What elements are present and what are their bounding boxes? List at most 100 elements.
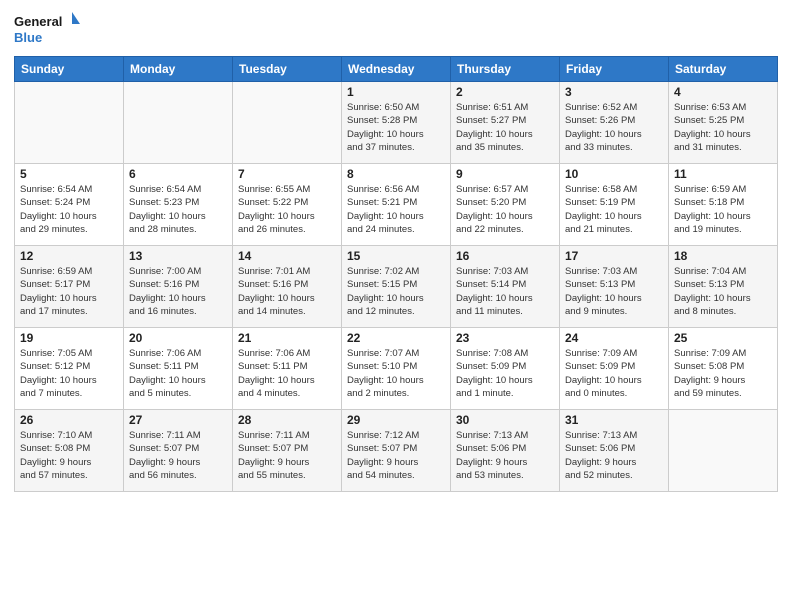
day-number: 25	[674, 331, 772, 345]
day-info: Sunrise: 7:13 AM Sunset: 5:06 PM Dayligh…	[565, 429, 663, 482]
calendar-cell: 26Sunrise: 7:10 AM Sunset: 5:08 PM Dayli…	[15, 410, 124, 492]
day-info: Sunrise: 7:03 AM Sunset: 5:14 PM Dayligh…	[456, 265, 554, 318]
day-number: 16	[456, 249, 554, 263]
day-info: Sunrise: 7:05 AM Sunset: 5:12 PM Dayligh…	[20, 347, 118, 400]
day-info: Sunrise: 6:59 AM Sunset: 5:18 PM Dayligh…	[674, 183, 772, 236]
day-number: 27	[129, 413, 227, 427]
day-info: Sunrise: 6:59 AM Sunset: 5:17 PM Dayligh…	[20, 265, 118, 318]
calendar-cell: 5 Sunrise: 6:54 AM Sunset: 5:24 PM Daylig…	[15, 164, 124, 246]
day-info: Sunrise: 7:00 AM Sunset: 5:16 PM Dayligh…	[129, 265, 227, 318]
day-number: 1	[347, 85, 445, 99]
week-row-2: 5 Sunrise: 6:54 AM Sunset: 5:24 PM Daylig…	[15, 164, 778, 246]
day-number: 20	[129, 331, 227, 345]
day-info: Sunrise: 7:09 AM Sunset: 5:08 PM Dayligh…	[674, 347, 772, 400]
day-info: Sunrise: 6:57 AM Sunset: 5:20 PM Dayligh…	[456, 183, 554, 236]
day-info: Sunrise: 7:06 AM Sunset: 5:11 PM Dayligh…	[129, 347, 227, 400]
day-header-monday: Monday	[124, 57, 233, 82]
day-number: 18	[674, 249, 772, 263]
day-info: Sunrise: 6:51 AM Sunset: 5:27 PM Dayligh…	[456, 101, 554, 154]
day-number: 28	[238, 413, 336, 427]
calendar-cell: 12 Sunrise: 6:59 AM Sunset: 5:17 PM Dayli…	[15, 246, 124, 328]
day-info: Sunrise: 7:02 AM Sunset: 5:15 PM Dayligh…	[347, 265, 445, 318]
day-number: 17	[565, 249, 663, 263]
calendar-cell: 10 Sunrise: 6:58 AM Sunset: 5:19 PM Dayli…	[560, 164, 669, 246]
calendar-cell	[124, 82, 233, 164]
day-number: 24	[565, 331, 663, 345]
day-header-wednesday: Wednesday	[342, 57, 451, 82]
day-number: 22	[347, 331, 445, 345]
day-header-sunday: Sunday	[15, 57, 124, 82]
day-number: 11	[674, 167, 772, 181]
calendar-cell: 4 Sunrise: 6:53 AM Sunset: 5:25 PM Daylig…	[669, 82, 778, 164]
calendar-cell: 7 Sunrise: 6:55 AM Sunset: 5:22 PM Daylig…	[233, 164, 342, 246]
day-info: Sunrise: 7:10 AM Sunset: 5:08 PM Dayligh…	[20, 429, 118, 482]
day-number: 5	[20, 167, 118, 181]
day-info: Sunrise: 7:07 AM Sunset: 5:10 PM Dayligh…	[347, 347, 445, 400]
calendar-cell: 23 Sunrise: 7:08 AM Sunset: 5:09 PM Dayli…	[451, 328, 560, 410]
day-info: Sunrise: 7:09 AM Sunset: 5:09 PM Dayligh…	[565, 347, 663, 400]
calendar-cell	[233, 82, 342, 164]
day-info: Sunrise: 6:54 AM Sunset: 5:24 PM Dayligh…	[20, 183, 118, 236]
day-info: Sunrise: 7:11 AM Sunset: 5:07 PM Dayligh…	[238, 429, 336, 482]
calendar-cell: 28 Sunrise: 7:11 AM Sunset: 5:07 PM Dayli…	[233, 410, 342, 492]
calendar-cell: 29Sunrise: 7:12 AM Sunset: 5:07 PM Dayli…	[342, 410, 451, 492]
day-number: 15	[347, 249, 445, 263]
calendar-cell: 11 Sunrise: 6:59 AM Sunset: 5:18 PM Dayli…	[669, 164, 778, 246]
day-number: 23	[456, 331, 554, 345]
logo: General Blue	[14, 10, 84, 50]
calendar-cell: 30 Sunrise: 7:13 AM Sunset: 5:06 PM Dayli…	[451, 410, 560, 492]
day-number: 3	[565, 85, 663, 99]
day-number: 4	[674, 85, 772, 99]
week-row-1: 1Sunrise: 6:50 AM Sunset: 5:28 PM Daylig…	[15, 82, 778, 164]
week-row-5: 26Sunrise: 7:10 AM Sunset: 5:08 PM Dayli…	[15, 410, 778, 492]
day-info: Sunrise: 6:58 AM Sunset: 5:19 PM Dayligh…	[565, 183, 663, 236]
day-info: Sunrise: 7:08 AM Sunset: 5:09 PM Dayligh…	[456, 347, 554, 400]
day-number: 10	[565, 167, 663, 181]
day-info: Sunrise: 7:11 AM Sunset: 5:07 PM Dayligh…	[129, 429, 227, 482]
day-number: 12	[20, 249, 118, 263]
calendar-cell: 20 Sunrise: 7:06 AM Sunset: 5:11 PM Dayli…	[124, 328, 233, 410]
calendar-cell: 18 Sunrise: 7:04 AM Sunset: 5:13 PM Dayli…	[669, 246, 778, 328]
calendar-cell: 16 Sunrise: 7:03 AM Sunset: 5:14 PM Dayli…	[451, 246, 560, 328]
calendar-cell: 19 Sunrise: 7:05 AM Sunset: 5:12 PM Dayli…	[15, 328, 124, 410]
day-number: 9	[456, 167, 554, 181]
calendar-cell: 17 Sunrise: 7:03 AM Sunset: 5:13 PM Dayli…	[560, 246, 669, 328]
calendar-cell: 14 Sunrise: 7:01 AM Sunset: 5:16 PM Dayli…	[233, 246, 342, 328]
calendar-cell: 25 Sunrise: 7:09 AM Sunset: 5:08 PM Dayli…	[669, 328, 778, 410]
calendar-cell: 24 Sunrise: 7:09 AM Sunset: 5:09 PM Dayli…	[560, 328, 669, 410]
calendar-cell: 2 Sunrise: 6:51 AM Sunset: 5:27 PM Daylig…	[451, 82, 560, 164]
day-number: 7	[238, 167, 336, 181]
day-info: Sunrise: 6:53 AM Sunset: 5:25 PM Dayligh…	[674, 101, 772, 154]
day-info: Sunrise: 7:03 AM Sunset: 5:13 PM Dayligh…	[565, 265, 663, 318]
calendar-cell	[15, 82, 124, 164]
day-header-saturday: Saturday	[669, 57, 778, 82]
days-header-row: SundayMondayTuesdayWednesdayThursdayFrid…	[15, 57, 778, 82]
calendar-cell: 21 Sunrise: 7:06 AM Sunset: 5:11 PM Dayli…	[233, 328, 342, 410]
day-info: Sunrise: 7:13 AM Sunset: 5:06 PM Dayligh…	[456, 429, 554, 482]
calendar-cell: 1Sunrise: 6:50 AM Sunset: 5:28 PM Daylig…	[342, 82, 451, 164]
day-info: Sunrise: 6:55 AM Sunset: 5:22 PM Dayligh…	[238, 183, 336, 236]
day-number: 19	[20, 331, 118, 345]
day-info: Sunrise: 7:12 AM Sunset: 5:07 PM Dayligh…	[347, 429, 445, 482]
day-header-friday: Friday	[560, 57, 669, 82]
calendar-cell: 3 Sunrise: 6:52 AM Sunset: 5:26 PM Daylig…	[560, 82, 669, 164]
day-info: Sunrise: 6:52 AM Sunset: 5:26 PM Dayligh…	[565, 101, 663, 154]
day-info: Sunrise: 7:04 AM Sunset: 5:13 PM Dayligh…	[674, 265, 772, 318]
calendar-cell: 22 Sunrise: 7:07 AM Sunset: 5:10 PM Dayli…	[342, 328, 451, 410]
day-number: 21	[238, 331, 336, 345]
calendar-cell: 27 Sunrise: 7:11 AM Sunset: 5:07 PM Dayli…	[124, 410, 233, 492]
calendar-cell	[669, 410, 778, 492]
day-number: 30	[456, 413, 554, 427]
day-header-tuesday: Tuesday	[233, 57, 342, 82]
week-row-4: 19 Sunrise: 7:05 AM Sunset: 5:12 PM Dayli…	[15, 328, 778, 410]
day-info: Sunrise: 6:54 AM Sunset: 5:23 PM Dayligh…	[129, 183, 227, 236]
day-number: 2	[456, 85, 554, 99]
calendar-cell: 6Sunrise: 6:54 AM Sunset: 5:23 PM Daylig…	[124, 164, 233, 246]
day-number: 13	[129, 249, 227, 263]
svg-text:General: General	[14, 14, 62, 29]
day-info: Sunrise: 7:06 AM Sunset: 5:11 PM Dayligh…	[238, 347, 336, 400]
day-header-thursday: Thursday	[451, 57, 560, 82]
day-info: Sunrise: 7:01 AM Sunset: 5:16 PM Dayligh…	[238, 265, 336, 318]
svg-text:Blue: Blue	[14, 30, 42, 45]
day-number: 14	[238, 249, 336, 263]
